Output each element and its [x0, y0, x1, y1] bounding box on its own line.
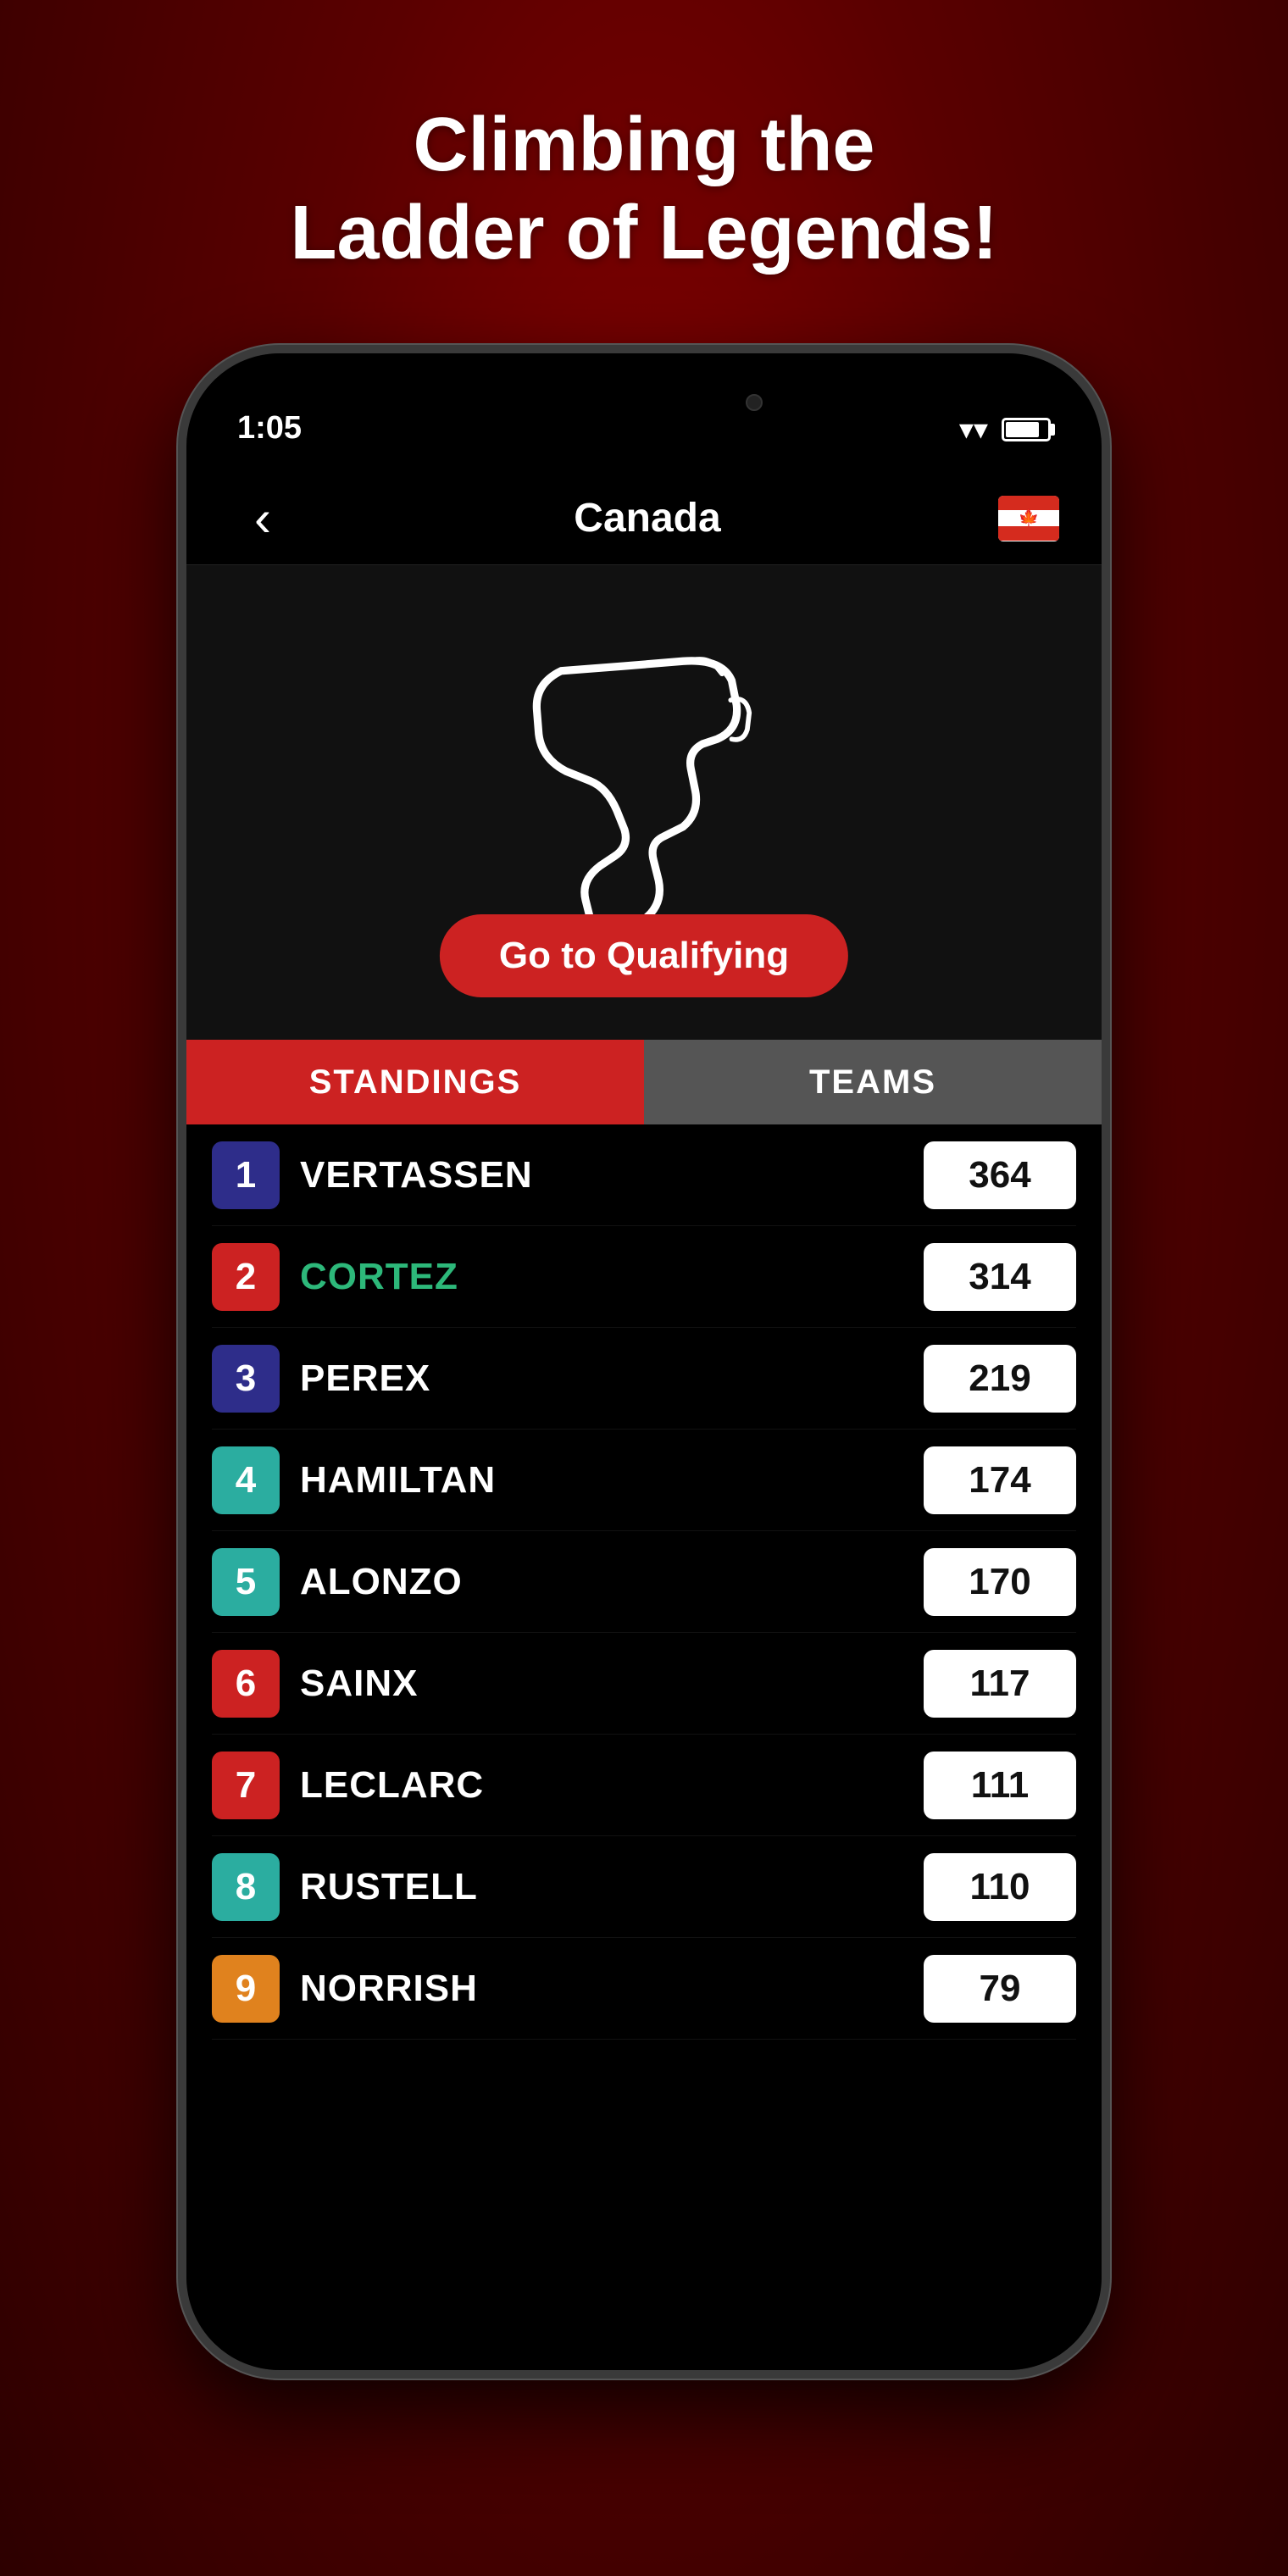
standing-row-3: 3 PEREX 219 [212, 1328, 1076, 1430]
battery-icon [1002, 418, 1051, 441]
notch [525, 387, 763, 434]
back-button[interactable]: ‹ [229, 485, 297, 552]
points-badge-6: 117 [924, 1650, 1076, 1718]
points-badge-4: 174 [924, 1446, 1076, 1514]
points-badge-1: 364 [924, 1141, 1076, 1209]
standing-row-1: 1 VERTASSEN 364 [212, 1124, 1076, 1226]
points-badge-3: 219 [924, 1345, 1076, 1413]
qualifying-button[interactable]: Go to Qualifying [440, 914, 848, 997]
track-map-container: Go to Qualifying [186, 565, 1102, 1040]
standing-row-9: 9 NORRISH 79 [212, 1938, 1076, 2040]
canada-flag: 🍁 [998, 496, 1059, 541]
driver-name-9: NORRISH [300, 1968, 903, 2010]
camera-dot [746, 394, 763, 411]
position-badge-1: 1 [212, 1141, 280, 1209]
position-badge-6: 6 [212, 1650, 280, 1718]
wifi-icon: ▾▾ [959, 413, 988, 447]
driver-name-8: RUSTELL [300, 1866, 903, 1908]
status-time: 1:05 [237, 410, 302, 455]
nav-bar: ‹ Canada 🍁 [186, 472, 1102, 565]
phone-content: ‹ Canada 🍁 Go to Qualifying STANDINGS TE… [186, 472, 1102, 2370]
driver-name-6: SAINX [300, 1663, 903, 1705]
position-badge-2: 2 [212, 1243, 280, 1311]
driver-name-1: VERTASSEN [300, 1154, 903, 1196]
driver-name-7: LECLARC [300, 1764, 903, 1807]
status-icons: ▾▾ [959, 413, 1051, 455]
driver-name-4: HAMILTAN [300, 1459, 903, 1502]
points-badge-8: 110 [924, 1853, 1076, 1921]
status-bar: 1:05 ▾▾ [186, 353, 1102, 472]
phone-mockup: 1:05 ▾▾ ‹ Canada 🍁 [178, 345, 1110, 2379]
standing-row-6: 6 SAINX 117 [212, 1633, 1076, 1735]
position-badge-8: 8 [212, 1853, 280, 1921]
position-badge-3: 3 [212, 1345, 280, 1413]
tabs-row: STANDINGS TEAMS [186, 1040, 1102, 1124]
standing-row-4: 4 HAMILTAN 174 [212, 1430, 1076, 1531]
standing-row-7: 7 LECLARC 111 [212, 1735, 1076, 1836]
points-badge-9: 79 [924, 1955, 1076, 2023]
tab-teams[interactable]: TEAMS [644, 1040, 1102, 1124]
standing-row-2: 2 CORTEZ 314 [212, 1226, 1076, 1328]
standing-row-5: 5 ALONZO 170 [212, 1531, 1076, 1633]
position-badge-9: 9 [212, 1955, 280, 2023]
points-badge-7: 111 [924, 1752, 1076, 1819]
standings-list: 1 VERTASSEN 364 2 CORTEZ 314 3 PEREX 219 4 HAMILTA… [186, 1124, 1102, 2040]
driver-name-3: PEREX [300, 1357, 903, 1400]
position-badge-5: 5 [212, 1548, 280, 1616]
position-badge-7: 7 [212, 1752, 280, 1819]
points-badge-2: 314 [924, 1243, 1076, 1311]
side-button-bottom [1103, 828, 1110, 1014]
points-badge-5: 170 [924, 1548, 1076, 1616]
page-title-block: Climbing the Ladder of Legends! [290, 0, 997, 277]
side-button-top [1103, 692, 1110, 794]
nav-title: Canada [574, 495, 720, 541]
driver-name-5: ALONZO [300, 1561, 903, 1603]
standing-row-8: 8 RUSTELL 110 [212, 1836, 1076, 1938]
tab-standings[interactable]: STANDINGS [186, 1040, 644, 1124]
title-line1: Climbing the Ladder of Legends! [290, 102, 997, 277]
driver-name-2: CORTEZ [300, 1256, 903, 1298]
position-badge-4: 4 [212, 1446, 280, 1514]
